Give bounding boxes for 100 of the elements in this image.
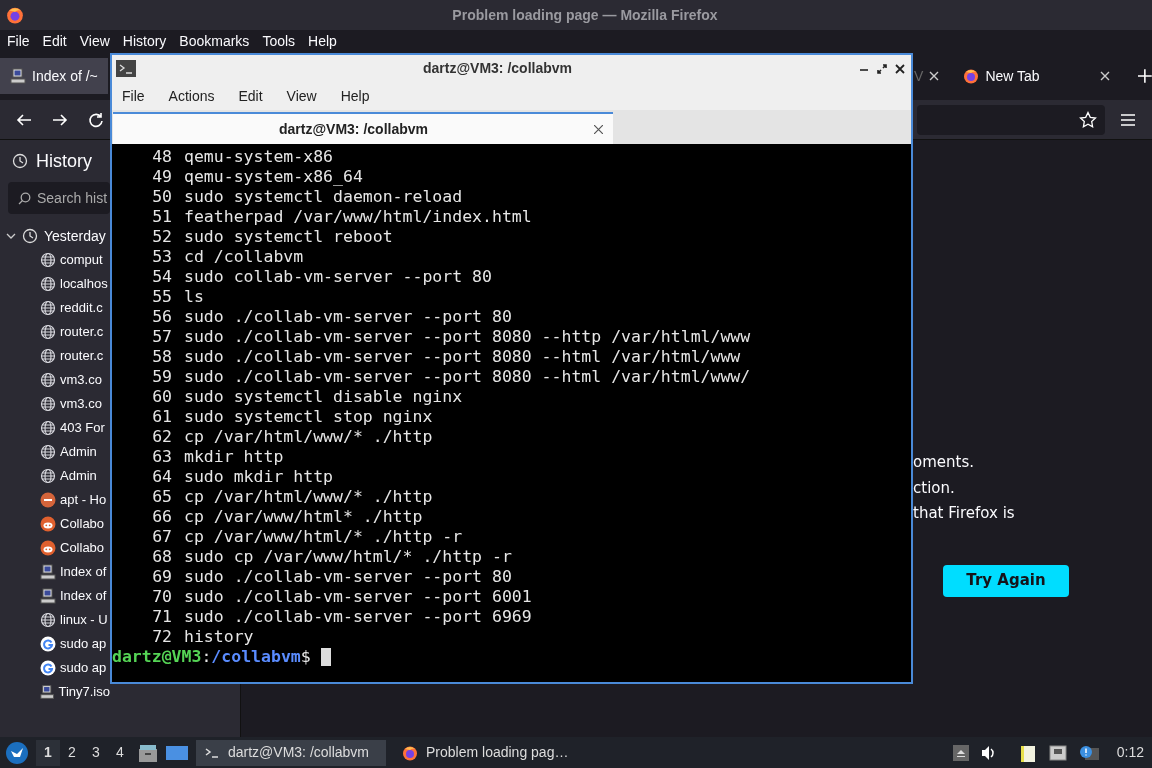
line-number: 48 [151,147,172,167]
command-text: ls [184,287,204,307]
command-text: sudo mkdir http [184,467,333,487]
line-number: 65 [151,487,172,507]
command-text: sudo systemctl reboot [184,227,393,247]
visited-page-row[interactable]: localhos [0,272,110,296]
command-text: sudo ./collab-vm-server --port 80 [184,307,512,327]
visited-page-row[interactable]: Collabo [0,536,110,560]
globe-icon [40,276,56,292]
chevron-icon[interactable] [6,231,16,241]
globe-icon [40,612,56,628]
file-cabinet-icon[interactable] [138,742,158,763]
search-icon [18,192,31,205]
menu-item[interactable]: File [7,30,30,52]
volume-icon[interactable] [980,744,997,761]
star-icon[interactable] [1079,110,1097,129]
visited-page-row[interactable]: comput [0,248,110,272]
menu-item[interactable]: History [122,30,167,52]
visited-page-row[interactable]: reddit.c [0,296,110,320]
menu-item[interactable]: Bookmarks [179,30,250,52]
browser-tab[interactable]: New Tab [955,58,1123,94]
prompt-user: dartz@VM3 [112,647,202,667]
sidebar-title: History [36,149,92,173]
tree-item[interactable]: Yesterday [0,224,110,248]
visited-page-row[interactable]: Collabo [0,512,110,536]
menu-item[interactable]: View [79,30,110,52]
visited-page-row[interactable]: sudo ap [0,632,110,656]
line-number: 51 [151,207,172,227]
visited-page-row[interactable]: Admin [0,464,110,488]
menu-icon[interactable] [1121,113,1135,126]
try-again-button[interactable]: Try Again [943,564,1069,597]
menu-item[interactable]: Help [340,85,370,107]
visited-page-row[interactable]: vm3.co [0,392,110,416]
computer-icon [40,564,56,580]
reload-icon[interactable] [88,111,104,128]
command-text: sudo cp /var/www/html/* ./http -r [184,547,512,567]
line-number: 63 [151,447,172,467]
menu-item[interactable]: View [286,85,317,107]
visited-page-row[interactable]: linux - U [0,608,110,632]
visited-page-row[interactable]: Index of [0,584,110,608]
visited-page-row[interactable]: Tiny7.iso [0,680,110,704]
menu-item[interactable]: Help [308,30,337,52]
visited-page-row[interactable]: sudo ap [0,656,110,680]
search-field[interactable]: Search hist [8,182,110,214]
eject-icon[interactable] [952,744,969,761]
prompt-separator: : [201,647,212,667]
line-number: 69 [151,567,172,587]
computer-icon [10,68,26,84]
back-icon[interactable] [16,111,32,128]
visited-page-row[interactable]: vm3.co [0,368,110,392]
menu-item[interactable]: Edit [42,30,67,52]
network-icon[interactable] [1048,744,1067,761]
workspace-button[interactable]: 2 [60,739,84,766]
clipboard-icon[interactable] [1018,743,1037,762]
menu-item[interactable]: Edit [238,85,263,107]
line-number: 68 [151,547,172,567]
line-number: 58 [151,347,172,367]
visited-page-row[interactable]: apt - Ho [0,488,110,512]
prompt-symbol: $ [300,647,311,667]
close-icon[interactable] [594,124,603,134]
menu-item[interactable]: Tools [262,30,296,52]
menu-item[interactable]: Actions [168,85,215,107]
visited-page-row[interactable]: 403 For [0,416,110,440]
command-text: cp /var/www/html/* ./http -r [184,527,463,547]
window-title: Problem loading page — Mozilla Firefox [451,5,719,25]
visited-page-row[interactable]: Admin [0,440,110,464]
globe-icon [40,324,56,340]
g-logo-icon [40,660,56,676]
firefox-icon [402,744,418,761]
close-icon[interactable] [895,63,905,74]
visited-page-row[interactable]: router.c [0,320,110,344]
plus-icon[interactable] [1138,69,1152,83]
forward-icon[interactable] [52,111,68,128]
command-text: mkdir http [184,447,284,467]
task-button[interactable]: Problem loading pag… [394,739,577,766]
task-button[interactable]: dartz@VM3: /collabvm [196,739,386,766]
command-text: sudo ./collab-vm-server --port 80 [184,567,512,587]
line-number: 72 [151,627,172,647]
browser-tab[interactable]: Index of /~ [0,58,109,94]
alert-icon[interactable] [1078,744,1099,761]
desktop-icon[interactable] [166,743,188,762]
visited-page-row[interactable]: Index of [0,560,110,584]
workspace-button[interactable]: 1 [36,739,60,766]
line-number: 70 [151,587,172,607]
workspace-button[interactable]: 3 [84,739,108,766]
terminal-tab[interactable]: dartz@VM3: /collabvm [113,112,613,144]
command-text: sudo systemctl stop nginx [184,407,433,427]
maximize-icon[interactable] [877,63,887,74]
bird-logo-icon[interactable] [6,741,28,764]
menu-item[interactable]: File [122,85,145,107]
alien-icon [40,516,56,532]
workspace-button[interactable]: 4 [108,739,132,766]
line-number: 50 [151,187,172,207]
command-text: history [184,627,254,647]
cursor [320,648,331,666]
visited-page-row[interactable]: router.c [0,344,110,368]
line-number: 66 [151,507,172,527]
computer-icon [40,684,55,700]
command-text: sudo collab-vm-server --port 80 [184,267,492,287]
globe-icon [40,300,56,316]
